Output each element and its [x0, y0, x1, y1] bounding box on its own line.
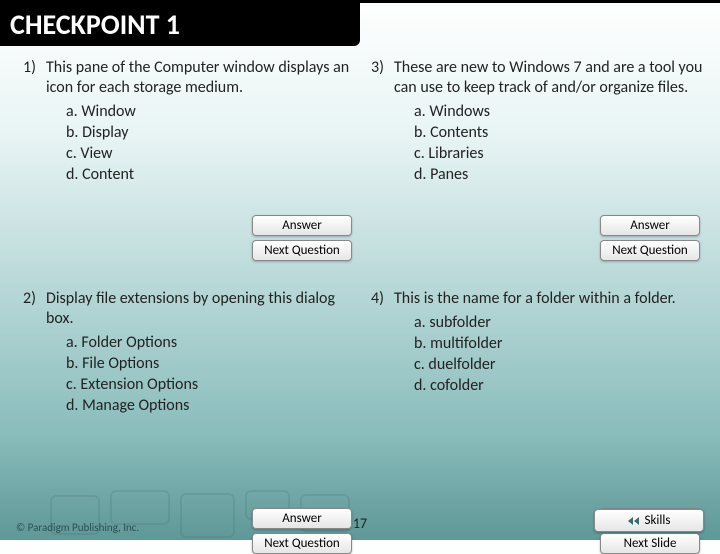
next-question-button[interactable]: Next Question [600, 240, 700, 261]
question-options: a. Window b. Display c. View d. Content [46, 102, 356, 185]
next-question-button[interactable]: Next Question [252, 533, 352, 554]
next-question-button[interactable]: Next Question [252, 240, 352, 261]
question-1: 1) This pane of the Computer window disp… [16, 58, 356, 277]
question-number: 4) [364, 289, 384, 508]
page-number: 17 [353, 515, 367, 532]
answer-button[interactable]: Answer [252, 215, 352, 236]
answer-button[interactable]: Answer [600, 215, 700, 236]
question-2: 2) Display file extensions by opening th… [16, 289, 356, 508]
question-number: 2) [16, 289, 36, 508]
question-4: 4) This is the name for a folder within … [364, 289, 704, 508]
next-slide-button[interactable]: Next Slide [600, 533, 700, 554]
question-text: These are new to Windows 7 and are a too… [394, 58, 704, 98]
question-number: 1) [16, 58, 36, 277]
question-3: 3) These are new to Windows 7 and are a … [364, 58, 704, 277]
question-number: 3) [364, 58, 384, 277]
question-text: This is the name for a folder within a f… [394, 289, 704, 309]
page-title: CHECKPOINT 1 [0, 3, 360, 46]
question-options: a. subfolder b. multifolder c. duelfolde… [394, 313, 704, 396]
skills-button[interactable]: Skills [594, 509, 704, 532]
skills-label: Skills [645, 513, 671, 528]
question-options: a. Folder Options b. File Options c. Ext… [46, 333, 356, 416]
question-options: a. Windows b. Contents c. Libraries d. P… [394, 102, 704, 185]
question-text: Display file extensions by opening this … [46, 289, 356, 329]
question-text: This pane of the Computer window display… [46, 58, 356, 98]
copyright-text: © Paradigm Publishing, Inc. [16, 521, 139, 534]
questions-grid: 1) This pane of the Computer window disp… [0, 58, 720, 508]
back-arrow-icon [628, 517, 639, 525]
